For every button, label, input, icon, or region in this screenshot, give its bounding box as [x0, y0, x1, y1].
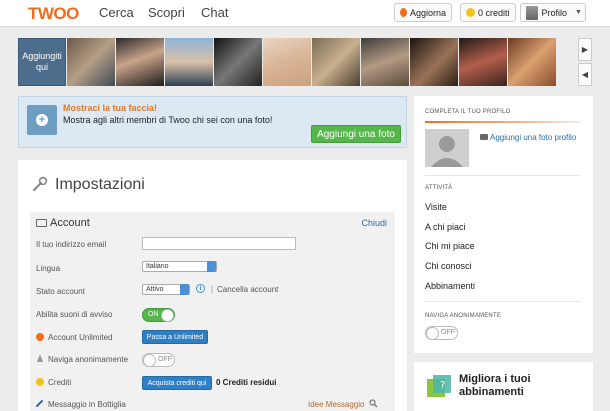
strip-navigation: ▶ ◀ — [578, 38, 592, 86]
search-icon[interactable] — [369, 399, 378, 408]
member-photo-strip: Aggiungiti qui — [18, 38, 576, 86]
buy-credits-button[interactable]: Acquista crediti qui — [142, 376, 212, 390]
settings-panel: Impostazioni Account Chiudi Il tuo indir… — [18, 160, 407, 411]
plus-icon: + — [36, 114, 48, 126]
activity-visite[interactable]: Visite — [425, 202, 447, 212]
svg-text:?: ? — [440, 380, 445, 391]
member-photo[interactable] — [361, 38, 409, 86]
anonymous-icon — [37, 354, 43, 362]
avatar — [526, 5, 539, 20]
chevron-down-icon — [180, 284, 189, 295]
language-label: Lingua — [36, 264, 61, 273]
member-photo[interactable] — [116, 38, 164, 86]
activity-know[interactable]: Chi conosci — [425, 261, 472, 271]
nav-chat[interactable]: Chat — [201, 5, 228, 20]
credits-remaining: 0 Crediti residui — [216, 378, 277, 387]
unlimited-label: Account Unlimited — [48, 333, 113, 342]
profile-label: Profilo — [541, 7, 567, 18]
info-icon[interactable]: i — [196, 284, 205, 293]
sound-label: Abilita suoni di avviso — [36, 310, 113, 319]
credits-label: Crediti — [48, 378, 72, 387]
sound-toggle-state: ON — [148, 311, 159, 318]
email-field[interactable] — [142, 237, 296, 250]
bottle-label: Messaggio in Bottiglia — [48, 400, 126, 409]
improve-matches-box[interactable]: ? Migliora i tuoi abbinamenti — [414, 362, 593, 411]
sound-toggle[interactable]: ON — [142, 308, 175, 322]
email-label: Il tuo indirizzo email — [36, 240, 107, 249]
add-yourself-tile[interactable]: Aggiungiti qui — [18, 38, 66, 86]
status-label: Stato account — [36, 287, 85, 296]
chevron-down-icon[interactable]: ▼ — [572, 3, 586, 22]
member-photo[interactable] — [214, 38, 262, 86]
profile-progress-bar — [425, 121, 580, 123]
member-photo[interactable] — [508, 38, 556, 86]
complete-profile-heading: COMPLETA IL TUO PROFILO — [425, 109, 511, 115]
cancel-account-link[interactable]: Cancella account — [217, 285, 278, 294]
top-navigation-bar: TWOO Cerca Scopri Chat Aggiorna 0 credit… — [0, 0, 610, 27]
page-title: Impostazioni — [55, 176, 145, 193]
message-ideas-link[interactable]: Idee Messaggio — [308, 400, 364, 409]
profile-photo-placeholder-icon: + — [27, 105, 57, 135]
anon-label: Naviga anonimamente — [48, 355, 129, 364]
nav-scopri[interactable]: Scopri — [148, 5, 185, 20]
activity-matches[interactable]: Abbinamenti — [425, 281, 475, 291]
add-profile-photo-link[interactable]: Aggiungi una foto profilo — [480, 132, 584, 143]
account-section: Account Chiudi Il tuo indirizzo email Li… — [30, 212, 395, 411]
divider — [425, 175, 580, 176]
activity-i-like[interactable]: Chi mi piace — [425, 241, 475, 251]
status-value: Attivo — [146, 286, 164, 293]
profile-sidebar: COMPLETA IL TUO PROFILO Aggiungi una fot… — [414, 96, 593, 353]
activity-heading: ATTIVITÀ — [425, 185, 453, 191]
wrench-icon — [32, 176, 48, 192]
anon-heading: NAVIGA ANONIMAMENTE — [425, 313, 502, 319]
credits-button[interactable]: 0 crediti — [460, 3, 516, 22]
member-photo[interactable] — [410, 38, 458, 86]
camera-icon — [480, 134, 488, 140]
coin-icon — [36, 378, 44, 386]
close-link[interactable]: Chiudi — [361, 218, 387, 228]
divider — [425, 301, 580, 302]
twoo-logo[interactable]: TWOO — [28, 4, 79, 24]
account-heading: Account — [50, 217, 90, 229]
member-photo[interactable] — [312, 38, 360, 86]
refresh-icon — [400, 8, 407, 17]
unlimited-icon — [36, 333, 44, 341]
bottle-icon — [36, 400, 43, 407]
language-value: Italiano — [146, 263, 169, 270]
chevron-left-icon[interactable]: ◀ — [578, 63, 592, 86]
anon-toggle[interactable]: OFF — [142, 353, 175, 367]
avatar-placeholder[interactable] — [425, 129, 469, 167]
language-select[interactable]: Italiano — [142, 261, 217, 272]
activity-liked-by[interactable]: A chi piaci — [425, 222, 466, 232]
member-photo[interactable] — [263, 38, 311, 86]
member-photo[interactable] — [459, 38, 507, 86]
profile-button[interactable]: Profilo — [520, 3, 573, 22]
promo-text: Mostra agli altri membri di Twoo chi sei… — [63, 115, 273, 125]
coin-icon — [466, 8, 475, 17]
member-photo[interactable] — [67, 38, 115, 86]
improve-matches-title: Migliora i tuoi abbinamenti — [459, 373, 531, 398]
nav-cerca[interactable]: Cerca — [99, 5, 134, 20]
upgrade-unlimited-button[interactable]: Passa a Unlimited — [142, 330, 208, 344]
credits-label: 0 crediti — [478, 7, 510, 18]
add-photo-promo: + Mostraci la tua faccia! Mostra agli al… — [18, 96, 407, 148]
anon-toggle-state: OFF — [158, 356, 172, 363]
refresh-button[interactable]: Aggiorna — [394, 3, 452, 22]
id-card-icon — [36, 219, 47, 227]
person-silhouette-icon — [431, 136, 463, 167]
refresh-label: Aggiorna — [409, 7, 446, 18]
chevron-right-icon[interactable]: ▶ — [578, 38, 592, 61]
promo-title: Mostraci la tua faccia! — [63, 103, 158, 113]
status-select[interactable]: Attivo — [142, 284, 190, 295]
member-photo[interactable] — [165, 38, 213, 86]
cube-icon: ? — [427, 375, 451, 397]
chevron-down-icon — [207, 261, 216, 272]
sidebar-anon-toggle[interactable]: OFF — [425, 326, 458, 340]
add-photo-button[interactable]: Aggiungi una foto — [311, 125, 401, 143]
sidebar-anon-toggle-state: OFF — [441, 329, 455, 336]
